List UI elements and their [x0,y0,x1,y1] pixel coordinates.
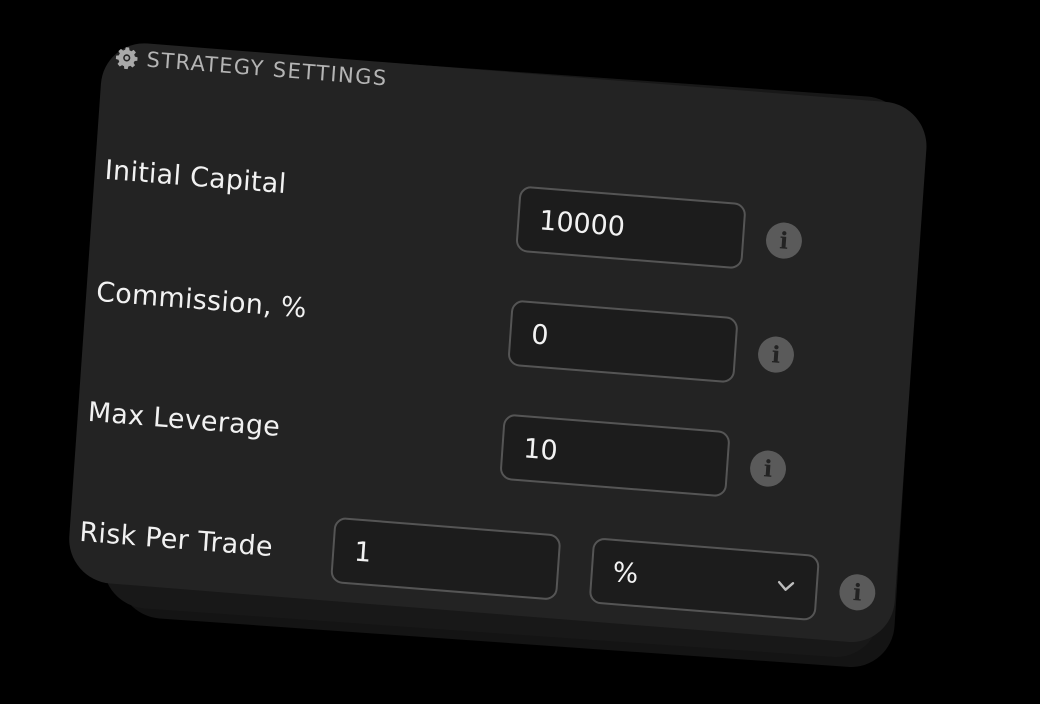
commission-input[interactable] [530,318,736,366]
initial-capital-field[interactable] [515,185,747,270]
screen: STRATEGY SETTINGS Initial Capital i Comm… [0,0,1040,704]
risk-per-trade-input[interactable] [353,536,559,584]
risk-unit-select[interactable]: % [588,537,820,622]
panel-title: STRATEGY SETTINGS [145,47,389,91]
chevron-down-icon [777,580,795,591]
initial-capital-info-icon[interactable]: i [764,221,804,261]
gear-icon [115,47,138,70]
risk-per-trade-info-icon[interactable]: i [838,572,877,612]
panel-header: STRATEGY SETTINGS [114,45,389,91]
commission-field[interactable] [507,299,739,384]
risk-per-trade-field[interactable] [330,516,562,601]
initial-capital-label: Initial Capital [103,154,288,201]
risk-unit-value: % [611,556,640,590]
max-leverage-info-icon[interactable]: i [748,449,788,489]
max-leverage-input[interactable] [522,432,728,480]
commission-label: Commission, % [95,276,308,325]
strategy-settings-panel: STRATEGY SETTINGS Initial Capital i Comm… [66,40,930,646]
commission-info-icon[interactable]: i [756,335,796,375]
initial-capital-input[interactable] [538,204,744,252]
risk-per-trade-label: Risk Per Trade [78,516,274,564]
max-leverage-label: Max Leverage [86,396,282,443]
max-leverage-field[interactable] [499,413,731,498]
